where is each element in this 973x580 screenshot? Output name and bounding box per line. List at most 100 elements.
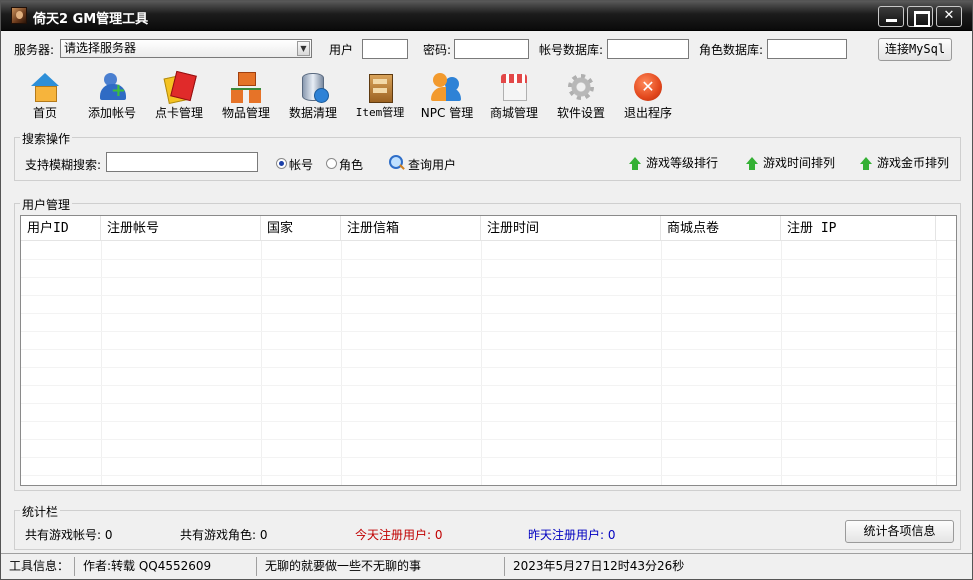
toolbar-exit-label: 退出程序 (623, 106, 672, 120)
query-user-button[interactable]: 查询用户 (408, 156, 456, 173)
toolbar-shop-manage[interactable]: 商城管理 (487, 71, 541, 120)
account-db-input[interactable] (607, 39, 689, 59)
stats-button[interactable]: 统计各项信息 (845, 520, 954, 543)
server-label: 服务器: (14, 43, 55, 57)
user-table[interactable]: 用户ID 注册帐号 国家 注册信箱 注册时间 商城点卷 注册 IP (20, 215, 957, 486)
status-author: 作者:转载 QQ4552609 (75, 557, 257, 576)
toolbar-add-account[interactable]: 添加帐号 (85, 71, 139, 120)
column-header-reg-ip[interactable]: 注册 IP (781, 216, 936, 241)
stats-group-title: 统计栏 (20, 503, 61, 520)
stats-group (14, 510, 961, 550)
radio-account[interactable] (276, 158, 287, 169)
window-title: 倚天2 GM管理工具 (33, 12, 149, 27)
rank-gold-button[interactable]: 游戏金币排列 (857, 152, 949, 174)
toolbar-data-clean-label: 数据清理 (288, 106, 337, 120)
column-header-country[interactable]: 国家 (261, 216, 341, 241)
table-row (21, 457, 956, 458)
table-row (21, 403, 956, 404)
arrow-up-icon (860, 157, 872, 170)
toolbar-item-manage-label: Item管理 (355, 106, 405, 119)
server-select-value: 请选择服务器 (64, 41, 137, 55)
arrow-up-icon (746, 157, 758, 170)
column-header-mall-points[interactable]: 商城点卷 (661, 216, 781, 241)
table-row (21, 475, 956, 476)
user-input[interactable] (362, 39, 408, 59)
home-icon (29, 71, 61, 103)
title-bar: 倚天2 GM管理工具 ✕ (1, 1, 972, 31)
database-icon (297, 71, 329, 103)
table-row (21, 421, 956, 422)
table-row (21, 313, 956, 314)
role-db-label: 角色数据库: (699, 43, 764, 57)
account-db-label: 帐号数据库: (539, 43, 604, 57)
gear-icon (565, 71, 597, 103)
rank-level-button[interactable]: 游戏等级排行 (626, 152, 718, 174)
column-header-account[interactable]: 注册帐号 (101, 216, 261, 241)
user-label: 用户 (329, 43, 354, 57)
table-row (21, 277, 956, 278)
toolbar-add-account-label: 添加帐号 (87, 106, 136, 120)
radio-account-label: 帐号 (289, 158, 314, 172)
toolbar-npc-manage-label: NPC 管理 (420, 106, 474, 120)
fuzzy-search-label: 支持模糊搜索: (25, 158, 102, 172)
total-roles: 共有游戏角色: 0 (180, 528, 268, 542)
card-icon (163, 71, 195, 103)
close-button[interactable]: ✕ (936, 6, 962, 27)
table-row (21, 439, 956, 440)
column-header-user-id[interactable]: 用户ID (21, 216, 101, 241)
toolbar-card-manage[interactable]: 点卡管理 (152, 71, 206, 120)
add-user-icon (96, 71, 128, 103)
search-group-title: 搜索操作 (20, 130, 73, 147)
toolbar-items-manage-label: 物品管理 (221, 106, 270, 120)
user-management-title: 用户管理 (20, 196, 73, 213)
main-window: 倚天2 GM管理工具 ✕ 服务器: 请选择服务器 ▼ 用户 密码: 帐号数据库:… (0, 0, 973, 580)
minimize-button[interactable] (878, 6, 904, 27)
toolbar-shop-manage-label: 商城管理 (489, 106, 538, 120)
chevron-down-icon[interactable]: ▼ (297, 41, 310, 56)
connect-mysql-button[interactable]: 连接MySql (878, 38, 952, 61)
password-label: 密码: (423, 43, 452, 57)
user-table-header: 用户ID 注册帐号 国家 注册信箱 注册时间 商城点卷 注册 IP (21, 216, 956, 241)
toolbar-card-manage-label: 点卡管理 (154, 106, 203, 120)
rank-time-label: 游戏时间排列 (763, 156, 836, 170)
item-box-icon (364, 71, 396, 103)
toolbar-settings-label: 软件设置 (556, 106, 605, 120)
toolbar-settings[interactable]: 软件设置 (554, 71, 608, 120)
rank-time-button[interactable]: 游戏时间排列 (743, 152, 835, 174)
table-row (21, 331, 956, 332)
toolbar-home[interactable]: 首页 (25, 71, 65, 120)
column-header-email[interactable]: 注册信箱 (341, 216, 481, 241)
exit-icon (632, 71, 664, 103)
items-icon (230, 71, 262, 103)
total-accounts: 共有游戏帐号: 0 (25, 528, 113, 542)
today-registered: 今天注册用户: 0 (355, 528, 443, 542)
shop-icon (498, 71, 530, 103)
toolbar-data-clean[interactable]: 数据清理 (286, 71, 340, 120)
role-db-input[interactable] (767, 39, 847, 59)
rank-level-label: 游戏等级排行 (646, 156, 719, 170)
status-datetime: 2023年5月27日12时43分26秒 (513, 559, 685, 573)
status-bar: 工具信息： 作者:转载 QQ4552609 无聊的就要做一些不无聊的事 2023… (1, 553, 972, 579)
table-row (21, 349, 956, 350)
maximize-button[interactable] (907, 6, 933, 27)
column-header-reg-time[interactable]: 注册时间 (481, 216, 661, 241)
table-row (21, 385, 956, 386)
toolbar-exit[interactable]: 退出程序 (621, 71, 675, 120)
toolbar-npc-manage[interactable]: NPC 管理 (419, 71, 475, 120)
password-input[interactable] (454, 39, 529, 59)
status-tool-info: 工具信息： (1, 557, 75, 576)
table-row (21, 259, 956, 260)
toolbar-item-manage[interactable]: Item管理 (352, 71, 408, 119)
npc-icon (431, 71, 463, 103)
toolbar-items-manage[interactable]: 物品管理 (219, 71, 273, 120)
arrow-up-icon (629, 157, 641, 170)
radio-role-label: 角色 (339, 158, 364, 172)
table-row (21, 367, 956, 368)
search-icon[interactable] (389, 155, 403, 169)
table-row (21, 295, 956, 296)
fuzzy-search-input[interactable] (106, 152, 258, 172)
server-select[interactable]: 请选择服务器 ▼ (60, 39, 312, 58)
radio-role[interactable] (326, 158, 337, 169)
toolbar-home-label: 首页 (32, 106, 57, 120)
rank-gold-label: 游戏金币排列 (877, 156, 950, 170)
